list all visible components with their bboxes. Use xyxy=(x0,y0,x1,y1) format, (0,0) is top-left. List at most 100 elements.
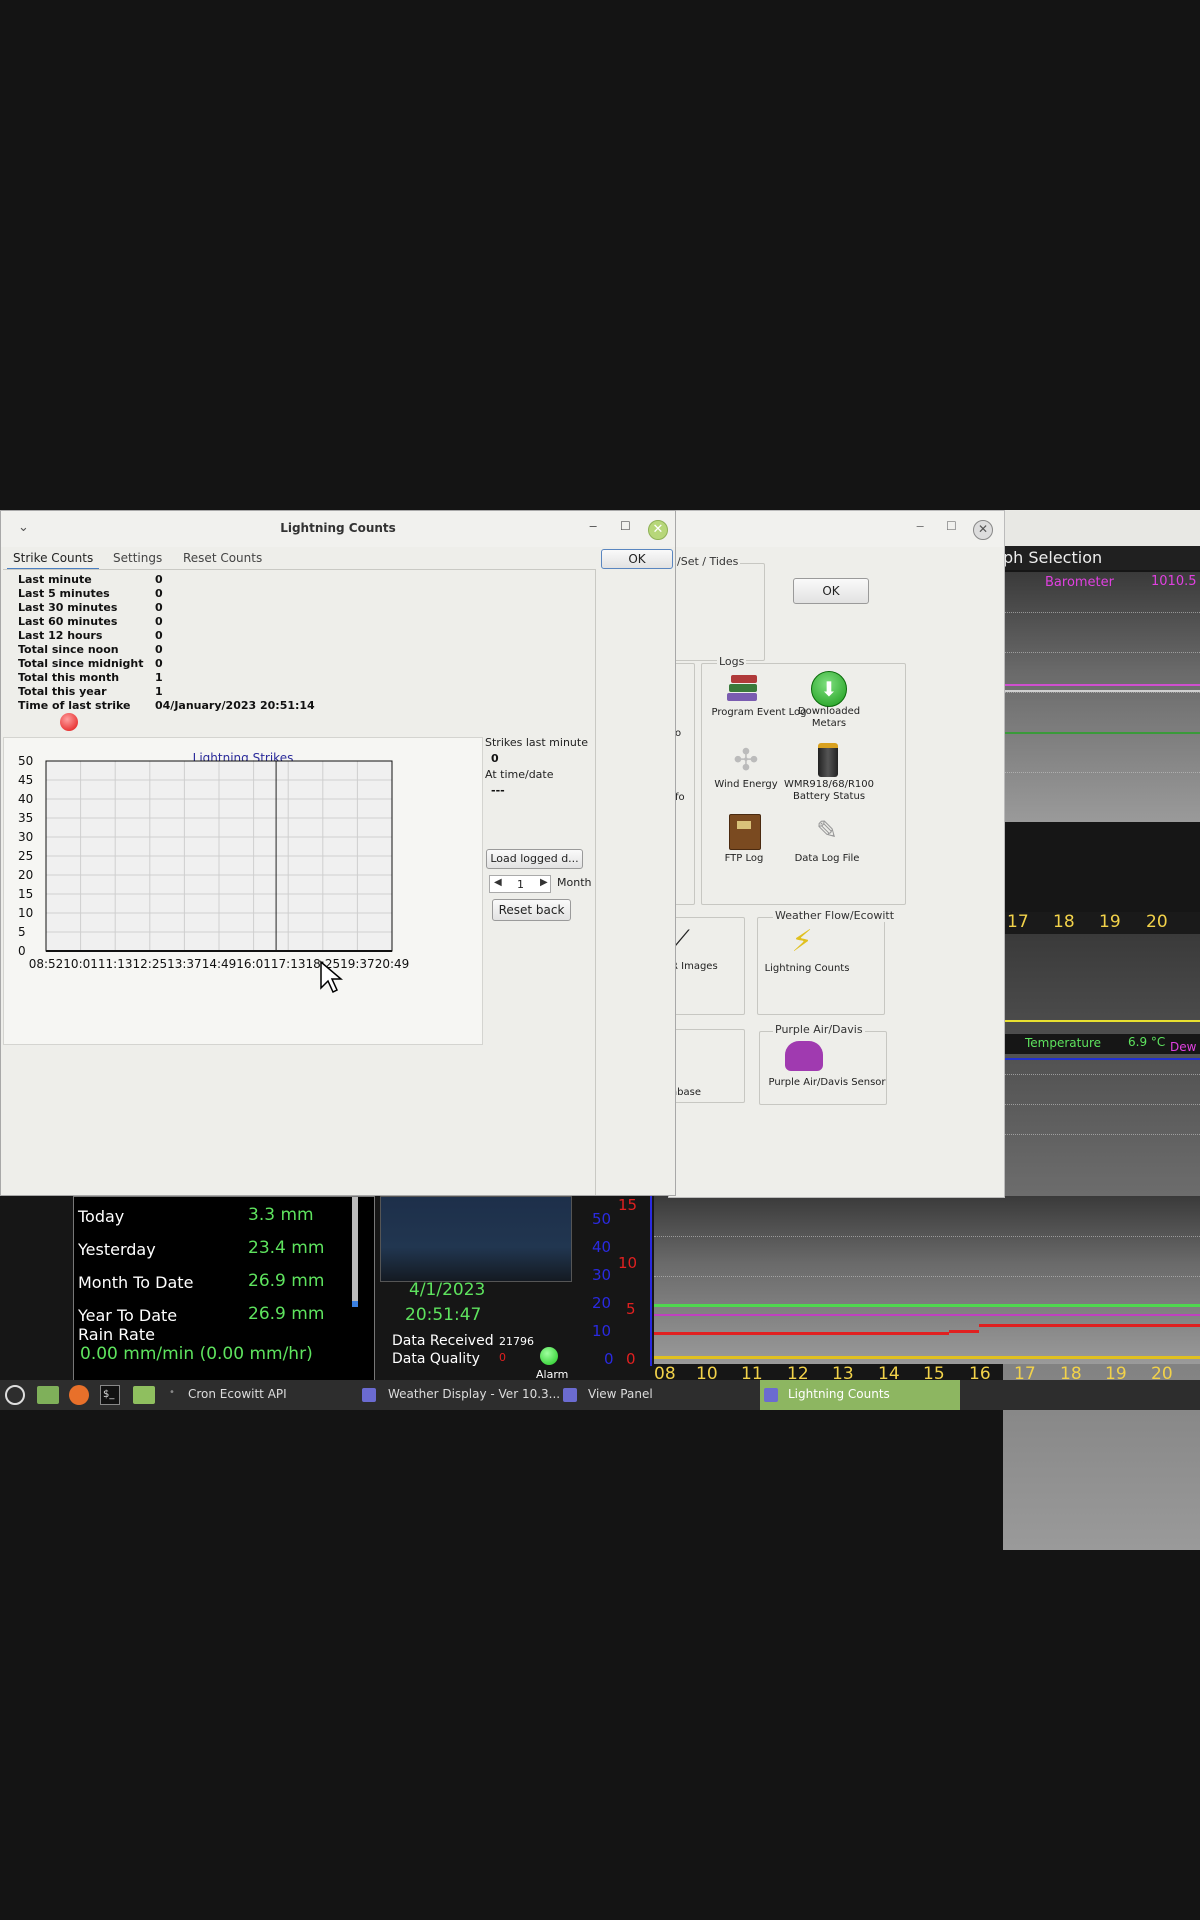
count-value: 1 xyxy=(155,685,163,698)
count-value: 0 xyxy=(155,587,163,600)
load-logged-data-button[interactable]: Load logged d... xyxy=(486,849,583,869)
data-log-file-label[interactable]: Data Log File xyxy=(787,853,867,865)
taskbar-item-cron[interactable]: Cron Ecowitt API xyxy=(188,1387,287,1401)
rain-yesterday-value: 23.4 mm xyxy=(248,1238,325,1258)
partial-label[interactable]: R Images xyxy=(671,961,718,973)
taskbar-item-lightning[interactable]: Lightning Counts xyxy=(788,1387,890,1401)
count-value: 0 xyxy=(155,601,163,614)
x-tick-label: 17:13 xyxy=(271,957,306,971)
increment-icon[interactable]: ▶ xyxy=(540,877,548,888)
minimize-icon[interactable]: ‒ xyxy=(589,519,597,534)
count-value: 0 xyxy=(155,657,163,670)
y-tick-label: 0 xyxy=(18,944,26,958)
purple-air-label[interactable]: Purple Air/Davis Sensor xyxy=(765,1077,889,1089)
rain-rate-value: 0.00 mm/min (0.00 mm/hr) xyxy=(80,1344,313,1364)
count-value: 0 xyxy=(155,643,163,656)
month-spinner[interactable]: ◀ 1 ▶ xyxy=(489,875,551,893)
axis-tick: 20 xyxy=(592,1294,612,1312)
yellow-trace xyxy=(654,1356,1200,1359)
date-display: 4/1/2023 xyxy=(409,1280,486,1300)
taskbar-item-lightning-active[interactable]: Lightning Counts xyxy=(760,1380,960,1410)
strikes-last-minute-value: 0 xyxy=(491,752,499,765)
ftp-log-label[interactable]: FTP Log xyxy=(714,853,774,865)
tab-divider xyxy=(3,569,595,570)
menu-icon[interactable] xyxy=(5,1385,25,1405)
rain-graph xyxy=(654,1196,1200,1364)
y-tick-label: 45 xyxy=(18,773,33,787)
ok-button[interactable]: OK xyxy=(793,578,869,604)
hour-tick: 18 xyxy=(1053,912,1075,932)
maximize-icon[interactable]: ☐ xyxy=(620,519,631,533)
taskbar-item-view-panel[interactable]: View Panel xyxy=(588,1387,653,1401)
green-trace xyxy=(654,1304,1200,1307)
month-label: Month xyxy=(557,876,592,889)
wind-turbine-icon[interactable]: ✣ xyxy=(729,743,763,779)
program-event-log-icon[interactable] xyxy=(725,671,761,703)
reset-back-button[interactable]: Reset back xyxy=(492,899,571,921)
view-panel-window: ‒ ☐ ✕ /Set / Tides OK o fo Logs Program … xyxy=(667,510,1005,1198)
lightning-chart: Lightning Strikes 0 5 10 15 20 25 30 35 40 45 50 08… xyxy=(3,737,483,1045)
count-label: Time of last strike xyxy=(18,699,131,712)
axis-tick: 50 xyxy=(592,1210,612,1228)
downloaded-metars-label[interactable]: Downloaded Metars xyxy=(789,706,869,730)
minimize-icon[interactable]: ‒ xyxy=(916,519,924,534)
ok-button[interactable]: OK xyxy=(601,549,673,569)
rain-yesterday-label: Yesterday xyxy=(78,1240,156,1259)
tab-strike-counts[interactable]: Strike Counts xyxy=(7,548,100,570)
at-time-label: At time/date xyxy=(485,768,554,781)
panel-divider xyxy=(595,569,596,1195)
wind-energy-label[interactable]: Wind Energy xyxy=(711,779,781,791)
tab-reset-counts[interactable]: Reset Counts xyxy=(177,548,268,568)
red-trace-b xyxy=(949,1330,979,1333)
dew-label: Dew xyxy=(1170,1040,1197,1054)
chart-svg: 0 5 10 15 20 25 30 35 40 45 50 08:52 10:01 11:13 12:25… xyxy=(18,754,410,971)
strikes-last-minute-label: Strikes last minute xyxy=(485,736,588,749)
close-icon[interactable]: ✕ xyxy=(973,520,993,540)
x-tick-label: 14:49 xyxy=(202,957,237,971)
images-icon[interactable]: ⟋ xyxy=(673,925,699,955)
rain-month-value: 26.9 mm xyxy=(248,1271,325,1291)
x-tick-label: 11:13 xyxy=(98,957,133,971)
battery-status-label[interactable]: WMR918/68/R100 Battery Status xyxy=(779,779,879,803)
decrement-icon[interactable]: ◀ xyxy=(494,877,502,888)
temp-label-bar: Temperature 6.9 °C Dew xyxy=(1003,1034,1200,1054)
close-icon[interactable]: ✕ xyxy=(648,520,668,540)
count-value: 1 xyxy=(155,671,163,684)
firefox-icon[interactable] xyxy=(69,1385,89,1405)
tab-settings[interactable]: Settings xyxy=(107,548,168,568)
taskbar-item-weather-display[interactable]: Weather Display - Ver 10.3... xyxy=(388,1387,560,1401)
count-label: Total since midnight xyxy=(18,657,144,670)
terminal-icon[interactable]: $_ xyxy=(100,1385,120,1405)
rain-rate-label: Rain Rate xyxy=(78,1325,155,1344)
graph-window-titlebar xyxy=(1003,510,1200,546)
axis-tick: 10 xyxy=(618,1254,638,1272)
ftp-log-icon[interactable] xyxy=(729,814,761,850)
graph-selection-title: ph Selection xyxy=(1003,546,1200,570)
weather-flow-title: Weather Flow/Ecowitt xyxy=(773,909,897,922)
count-label: Total this month xyxy=(18,671,120,684)
top-hour-axis: 17 18 19 20 xyxy=(1003,912,1200,934)
rain-year-value: 26.9 mm xyxy=(248,1304,325,1324)
y-tick-label: 25 xyxy=(18,849,33,863)
desktop-icon[interactable] xyxy=(37,1386,59,1404)
download-icon[interactable]: ⬇ xyxy=(811,671,847,707)
strike-indicator-icon xyxy=(60,713,78,731)
purple-air-group xyxy=(759,1031,887,1105)
purple-air-icon[interactable] xyxy=(785,1041,823,1071)
data-log-file-icon[interactable]: ✎ xyxy=(812,815,842,847)
lightning-icon[interactable]: ⚡ xyxy=(785,925,819,959)
x-tick-label: 20:49 xyxy=(375,957,410,971)
alarm-indicator-icon[interactable] xyxy=(540,1347,558,1365)
set-tides-title: /Set / Tides xyxy=(675,555,741,568)
x-tick-label: 12:25 xyxy=(133,957,168,971)
lightning-counts-label[interactable]: Lightning Counts xyxy=(757,963,857,975)
partial-label: fo xyxy=(675,792,685,803)
maximize-icon[interactable]: ☐ xyxy=(946,519,957,533)
month-value[interactable]: 1 xyxy=(517,878,524,891)
hour-tick: 20 xyxy=(1146,912,1168,932)
time-display: 20:51:47 xyxy=(405,1305,482,1325)
x-tick-label: 13:37 xyxy=(167,957,202,971)
barometer-value: 1010.5 xyxy=(1151,574,1197,589)
files-icon[interactable] xyxy=(133,1386,155,1404)
battery-icon[interactable] xyxy=(818,743,838,777)
